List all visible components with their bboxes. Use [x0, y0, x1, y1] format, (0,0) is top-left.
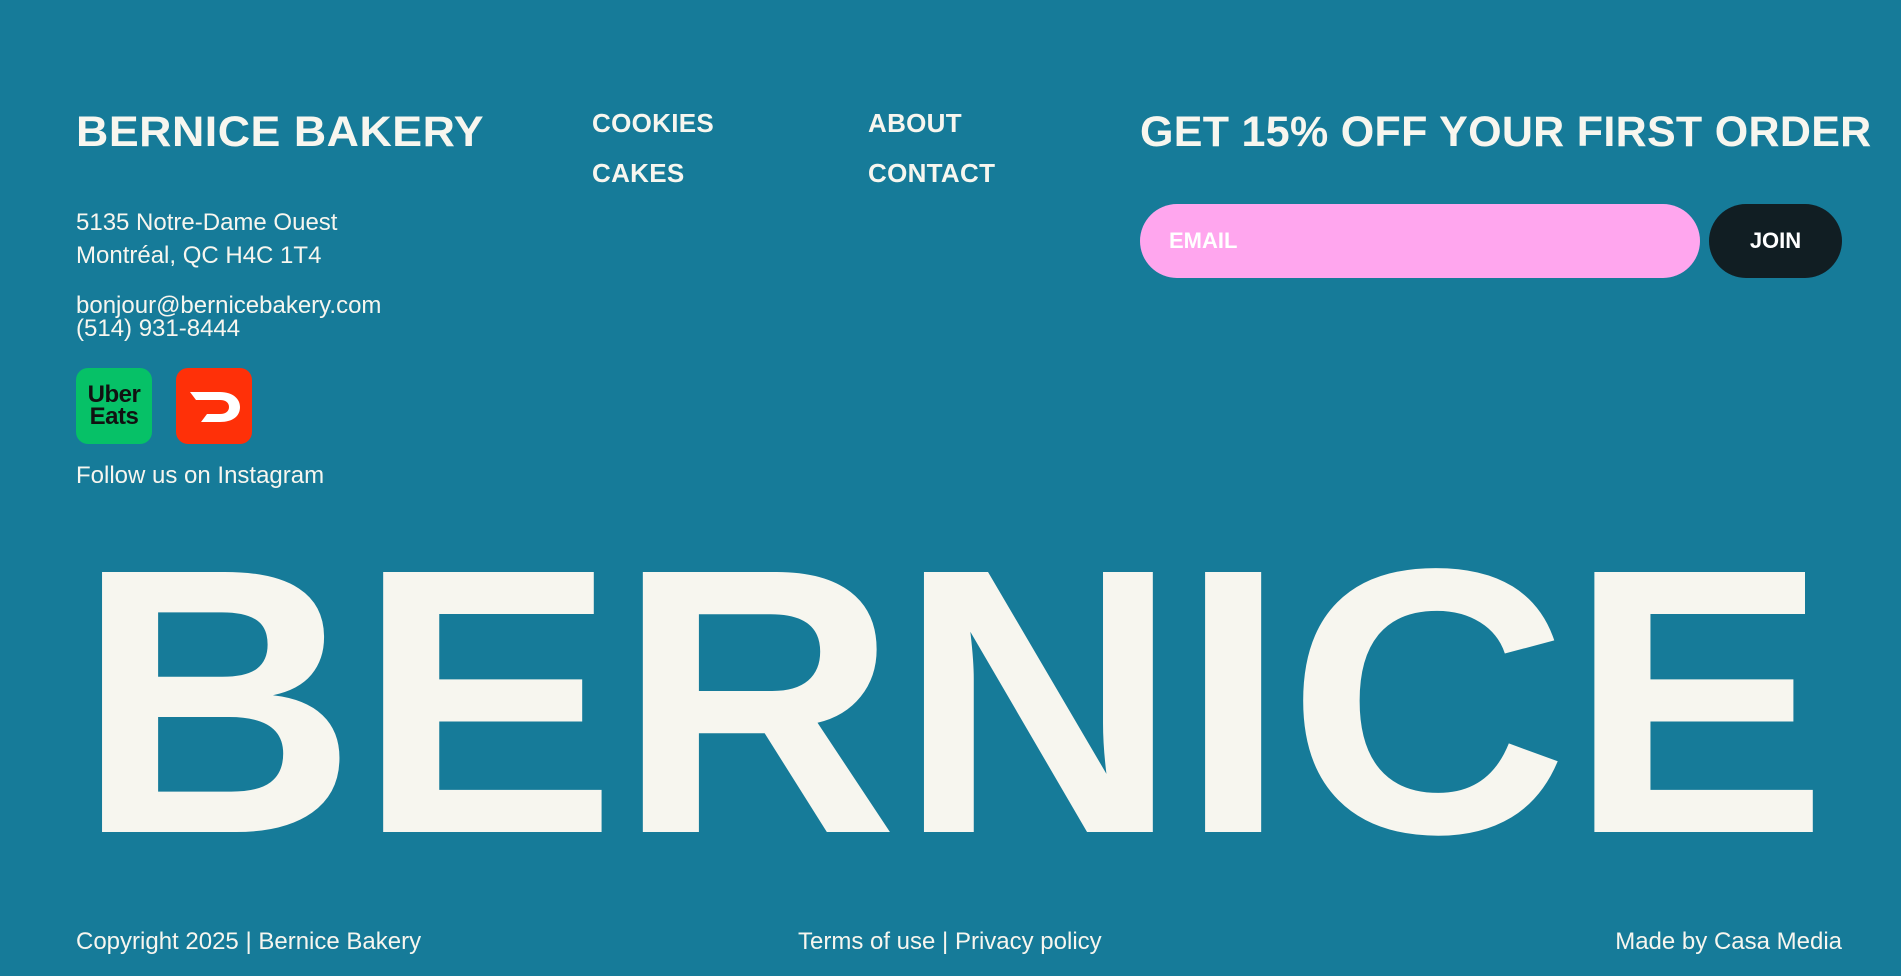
big-wordmark-text: BERNICE [76, 556, 1828, 840]
footer-nav-col-2: ABOUT CONTACT [868, 110, 995, 210]
uber-eats-line-2: Eats [89, 403, 139, 430]
email-input[interactable] [1140, 204, 1700, 278]
nav-cookies[interactable]: COOKIES [592, 110, 714, 136]
newsletter-heading: GET 15% OFF YOUR FIRST ORDER [1140, 108, 1872, 156]
nav-about[interactable]: ABOUT [868, 110, 995, 136]
instagram-link[interactable]: Follow us on Instagram [76, 462, 324, 490]
address: 5135 Notre-Dame Ouest Montréal, QC H4C 1… [76, 206, 337, 272]
join-button[interactable]: JOIN [1709, 204, 1842, 278]
copyright: Copyright 2025 | Bernice Bakery [76, 928, 422, 955]
uber-eats-logo[interactable]: Uber Eats [76, 368, 152, 444]
nav-cakes[interactable]: CAKES [592, 160, 714, 186]
doordash-icon [190, 392, 240, 422]
doordash-logo[interactable] [176, 368, 252, 444]
phone-link[interactable]: (514) 931-8444 [76, 317, 381, 341]
credit-link[interactable]: Made by Casa Media [1615, 928, 1842, 956]
nav-contact[interactable]: CONTACT [868, 160, 995, 186]
address-line-2: Montréal, QC H4C 1T4 [76, 242, 322, 269]
big-wordmark: BERNICE [76, 556, 1828, 840]
footer-nav-col-1: COOKIES CAKES [592, 110, 714, 210]
email-link[interactable]: bonjour@bernicebakery.com [76, 294, 381, 318]
address-line-1: 5135 Notre-Dame Ouest [76, 209, 338, 236]
delivery-apps: Uber Eats [76, 368, 252, 444]
legal-links[interactable]: Terms of use | Privacy policy [798, 928, 1102, 956]
brand-name: BERNICE BAKERY [76, 108, 485, 156]
contact-info: bonjour@bernicebakery.com (514) 931-8444 [76, 294, 381, 341]
